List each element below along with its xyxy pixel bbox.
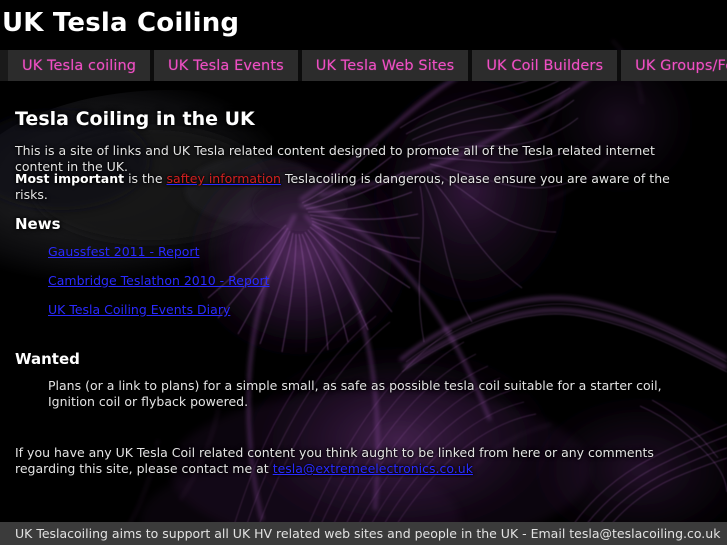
page-heading: Tesla Coiling in the UK <box>15 108 255 130</box>
safety-paragraph: Most important is the saftey information… <box>15 171 705 203</box>
safety-mid-text: is the <box>124 171 167 186</box>
main-content: Tesla Coiling in the UK This is a site o… <box>0 81 727 523</box>
nav-item-uk-coil-builders[interactable]: UK Coil Builders <box>472 50 618 81</box>
page-title: UK Tesla Coiling <box>2 8 240 38</box>
safety-information-link[interactable]: saftey information <box>167 171 281 186</box>
list-item: UK Tesla Coiling Events Diary <box>48 302 270 317</box>
news-link-uk-tesla-coiling-events-diary[interactable]: UK Tesla Coiling Events Diary <box>48 302 230 317</box>
news-link-cambridge-teslathon-2010-report[interactable]: Cambridge Teslathon 2010 - Report <box>48 273 270 288</box>
news-heading: News <box>15 215 61 233</box>
nav-item-uk-tesla-web-sites[interactable]: UK Tesla Web Sites <box>301 50 469 81</box>
footer-bar: UK Teslacoiling aims to support all UK H… <box>0 522 727 545</box>
wanted-heading: Wanted <box>15 350 80 368</box>
list-item: Cambridge Teslathon 2010 - Report <box>48 273 270 288</box>
footer-text: UK Teslacoiling aims to support all UK H… <box>15 526 721 541</box>
news-link-gaussfest-2011-report[interactable]: Gaussfest 2011 - Report <box>48 244 199 259</box>
nav-item-uk-tesla-events[interactable]: UK Tesla Events <box>154 50 298 81</box>
list-item: Gaussfest 2011 - Report <box>48 244 270 259</box>
contact-email-link[interactable]: tesla@extremeelectronics.co.uk <box>273 461 473 476</box>
wanted-body: Plans (or a link to plans) for a simple … <box>48 378 662 409</box>
contact-paragraph: If you have any UK Tesla Coil related co… <box>15 445 695 477</box>
nav-item-uk-tesla-coiling[interactable]: UK Tesla coiling <box>8 50 151 81</box>
news-link-list: Gaussfest 2011 - Report Cambridge Teslat… <box>48 244 270 331</box>
most-important-label: Most important <box>15 171 125 186</box>
nav-item-uk-groups-forums[interactable]: UK Groups/Forums <box>621 50 727 81</box>
main-navigation: UK Tesla coiling UK Tesla Events UK Tesl… <box>0 50 727 81</box>
nav-left-edge <box>0 50 8 81</box>
